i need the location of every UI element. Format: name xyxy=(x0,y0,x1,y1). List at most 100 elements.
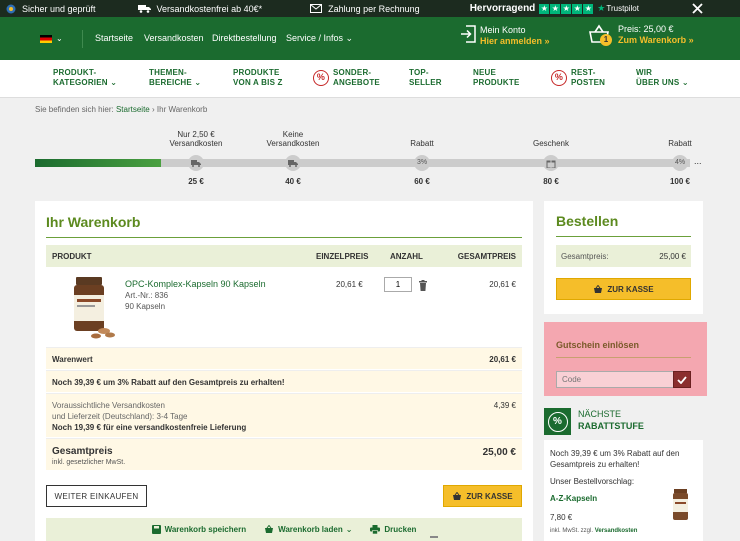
nav-label: THEMEN- xyxy=(149,68,187,77)
title-underline xyxy=(46,237,522,238)
nav-label: SELLER xyxy=(409,78,442,87)
warenwert-row: Warenwert 20,61 € xyxy=(46,347,522,369)
total-row: Gesamtpreis inkl. gesetzlicher MwSt. 25,… xyxy=(46,438,522,470)
nav-direktbestellung[interactable]: Direktbestellung xyxy=(212,33,277,43)
nav-topseller[interactable]: TOP- SELLER xyxy=(409,68,442,88)
checkout-button[interactable]: ZUR KASSE xyxy=(443,485,522,507)
nav-versandkosten[interactable]: Versandkosten xyxy=(144,33,204,43)
trust-item-secure: Sicher und geprüft xyxy=(6,4,96,14)
star-icon: ★ xyxy=(572,3,583,14)
cart-table-header: PRODUKT EINZELPREIS ANZAHL GESAMTPREIS xyxy=(46,245,522,267)
cart-title: Ihr Warenkorb xyxy=(46,214,141,230)
envelope-icon xyxy=(310,4,323,13)
checkout-label: ZUR KASSE xyxy=(607,284,654,294)
nav-label: ÜBER UNS xyxy=(636,78,680,87)
continue-shopping-button[interactable]: WEITER EINKAUFEN xyxy=(46,485,147,507)
suggested-product-image[interactable] xyxy=(670,488,692,522)
check-icon xyxy=(677,375,687,384)
total-tax-note: inkl. gesetzlicher MwSt. xyxy=(52,459,126,466)
product-image[interactable] xyxy=(66,275,116,339)
product-bottle-icon xyxy=(673,489,688,520)
cart-count-badge: 1 xyxy=(600,34,612,46)
nav-label: SONDER- xyxy=(333,68,372,77)
chevron-down-icon: ⌄ xyxy=(56,34,63,43)
suggested-product-price: 7,80 € xyxy=(550,513,573,522)
order-total-value: 25,00 € xyxy=(659,252,686,261)
percent-icon: % xyxy=(313,70,329,86)
nav-label: PRODUKTE xyxy=(473,78,520,87)
trust-item-shipping: Versandkostenfrei ab 40€* xyxy=(137,4,262,14)
nav-themenbereiche[interactable]: THEMEN- BEREICHE ⌄ xyxy=(149,68,201,88)
account-link[interactable]: Mein Konto Hier anmelden » xyxy=(460,25,550,47)
nav-label: NEUE xyxy=(473,68,497,77)
sidebar-checkout-button[interactable]: ZUR KASSE xyxy=(556,278,691,300)
col-einzelpreis: EINZELPREIS xyxy=(316,251,369,261)
print-button[interactable]: Drucken xyxy=(370,525,416,534)
nav-label: REST- xyxy=(571,68,596,77)
load-cart-button[interactable]: Warenkorb laden ⌄ xyxy=(264,525,352,534)
step-circle: 4% xyxy=(672,155,688,171)
gift-icon xyxy=(546,160,556,168)
trash-icon[interactable] xyxy=(418,280,428,291)
percent-icon: % xyxy=(551,70,567,86)
order-panel: Bestellen Gesamtpreis: 25,00 € ZUR KASSE xyxy=(544,201,703,314)
cart-link[interactable]: Zum Warenkorb » xyxy=(618,35,694,46)
step-circle xyxy=(285,155,301,171)
step-circle xyxy=(543,155,559,171)
step-value: 40 € xyxy=(285,177,301,186)
account-login-link[interactable]: Hier anmelden » xyxy=(480,36,550,47)
shipping-row: Voraussichtliche Versandkosten und Liefe… xyxy=(46,393,522,437)
nav-sonderangebote[interactable]: % SONDER- ANGEBOTE xyxy=(313,68,380,88)
shipping-label: Voraussichtliche Versandkosten xyxy=(52,401,165,410)
nav-label: TOP- xyxy=(409,68,429,77)
save-cart-button[interactable]: Warenkorb speichern xyxy=(151,525,246,534)
progress-more: ... xyxy=(694,156,702,166)
unit-price: 20,61 € xyxy=(336,280,363,289)
scroll-indicator xyxy=(430,536,438,538)
language-selector[interactable]: ⌄ xyxy=(40,34,63,43)
warenwert-value: 20,61 € xyxy=(489,355,516,364)
divider xyxy=(82,30,83,48)
step-value: 60 € xyxy=(414,177,430,186)
breadcrumb: Sie befinden sich hier: Startseite › Ihr… xyxy=(35,105,207,114)
nav-startseite[interactable]: Startseite xyxy=(95,33,133,43)
nav-label: PRODUKTE xyxy=(233,68,280,77)
chevron-down-icon: ⌄ xyxy=(110,78,118,87)
breadcrumb-home[interactable]: Startseite xyxy=(116,105,150,114)
voucher-submit-button[interactable] xyxy=(673,371,691,388)
nav-produkte-a-z[interactable]: PRODUKTE VON A BIS Z xyxy=(233,68,283,88)
basket-icon xyxy=(265,525,274,533)
nav-neue-produkte[interactable]: NEUE PRODUKTE xyxy=(473,68,520,88)
title-underline xyxy=(556,236,691,237)
suggested-product-tax: inkl. MwSt. zzgl. Versandkosten xyxy=(550,528,637,534)
order-title: Bestellen xyxy=(556,213,619,229)
col-gesamtpreis: GESAMTPREIS xyxy=(457,251,516,261)
nav-service-infos[interactable]: Service / Infos ⌄ xyxy=(286,33,353,44)
load-cart-label: Warenkorb laden xyxy=(278,525,343,534)
close-icon[interactable] xyxy=(692,3,703,14)
trustpilot-rating[interactable]: Hervorragend ★ ★ ★ ★ ★ ★ Trustpilot xyxy=(470,3,639,14)
rating-stars: ★ ★ ★ ★ ★ xyxy=(539,3,594,14)
discount-badge: % xyxy=(544,408,571,435)
total-label: Gesamtpreis xyxy=(52,446,113,457)
step-label: Rabatt xyxy=(410,139,434,148)
promo-text: Noch 39,39 € um 3% Rabatt auf den Gesamt… xyxy=(52,378,285,387)
chevron-down-icon: ⌄ xyxy=(345,33,354,43)
quantity-input[interactable] xyxy=(384,277,412,292)
mini-cart[interactable]: 1 Preis: 25,00 € Zum Warenkorb » xyxy=(588,24,694,46)
product-name-link[interactable]: OPC-Komplex-Kapseln 90 Kapseln xyxy=(125,279,266,289)
nav-produktkategorien[interactable]: PRODUKT- KATEGORIEN ⌄ xyxy=(53,68,117,88)
suggested-product-link[interactable]: A-Z-Kapseln xyxy=(550,494,597,503)
voucher-code-input[interactable] xyxy=(556,371,673,388)
main-header: ⌄ Startseite Versandkosten Direktbestell… xyxy=(0,17,740,60)
shipping-costs-link[interactable]: Versandkosten xyxy=(595,528,638,534)
nav-service-label: Service / Infos xyxy=(286,33,344,43)
voucher-title: Gutschein einlösen xyxy=(556,340,640,350)
nav-label: VON A BIS Z xyxy=(233,78,283,87)
nav-label: POSTEN xyxy=(571,78,606,87)
delivery-time: und Lieferzeit (Deutschland): 3-4 Tage xyxy=(52,412,188,421)
save-icon xyxy=(151,525,161,534)
nav-restposten[interactable]: % REST- POSTEN xyxy=(551,68,605,88)
nav-wir-ueber-uns[interactable]: WIR ÜBER UNS ⌄ xyxy=(636,68,689,88)
breadcrumb-separator: › xyxy=(151,105,155,114)
